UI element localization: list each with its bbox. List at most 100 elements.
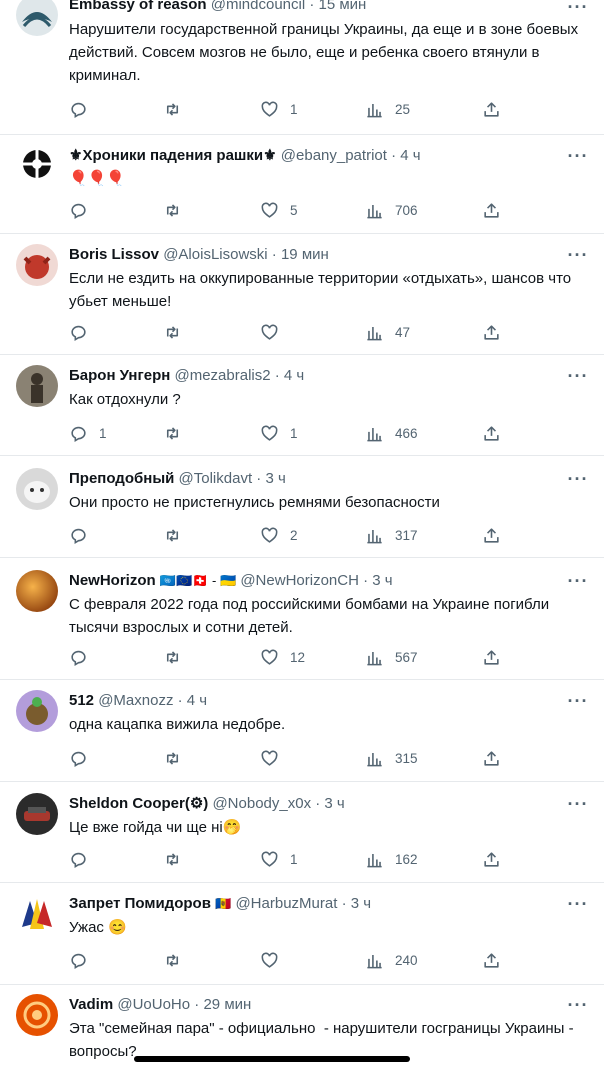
- share-button[interactable]: [482, 198, 501, 222]
- display-name[interactable]: Запрет Помидоров: [69, 895, 211, 912]
- display-name[interactable]: Boris Lissov: [69, 246, 159, 263]
- reply-button[interactable]: [69, 523, 99, 547]
- tweet[interactable]: Boris Lissov @AloisLisowski · 19 мин ···…: [0, 234, 604, 355]
- username[interactable]: @Nobody_x0x: [212, 795, 311, 812]
- more-icon[interactable]: ···: [566, 572, 590, 590]
- avatar[interactable]: [16, 570, 58, 612]
- more-icon[interactable]: ···: [566, 692, 590, 710]
- tweet[interactable]: Барон Унгерн @mezabralis2 · 4 ч ··· Как …: [0, 355, 604, 456]
- reply-button[interactable]: [69, 320, 99, 344]
- more-icon[interactable]: ···: [566, 147, 590, 165]
- share-button[interactable]: [482, 320, 501, 344]
- share-button[interactable]: [482, 421, 501, 445]
- reply-button[interactable]: [69, 645, 99, 669]
- avatar[interactable]: [16, 0, 58, 36]
- avatar[interactable]: [16, 690, 58, 732]
- display-name[interactable]: Vadim: [69, 996, 113, 1013]
- timestamp[interactable]: 3 ч: [324, 795, 344, 812]
- share-button[interactable]: [482, 847, 501, 871]
- reply-button[interactable]: 1: [69, 421, 107, 445]
- retweet-button[interactable]: [163, 421, 193, 445]
- tweet[interactable]: ⚜Хроники падения рашки⚜ @ebany_patriot ·…: [0, 135, 604, 234]
- share-button[interactable]: [482, 97, 501, 121]
- username[interactable]: @HarbuzMurat: [235, 895, 337, 912]
- share-button[interactable]: [482, 523, 501, 547]
- retweet-button[interactable]: [163, 523, 193, 547]
- timestamp[interactable]: 3 ч: [372, 572, 392, 589]
- username[interactable]: @mezabralis2: [174, 367, 270, 384]
- avatar[interactable]: [16, 365, 58, 407]
- timestamp[interactable]: 3 ч: [351, 895, 371, 912]
- display-name[interactable]: NewHorizon: [69, 572, 156, 589]
- views-button[interactable]: 706: [365, 198, 418, 222]
- tweet[interactable]: Запрет Помидоров 🇲🇩 @HarbuzMurat · 3 ч ·…: [0, 883, 604, 985]
- more-icon[interactable]: ···: [566, 996, 590, 1014]
- like-button[interactable]: 1: [260, 97, 298, 121]
- avatar[interactable]: [16, 244, 58, 286]
- avatar[interactable]: [16, 893, 58, 935]
- more-icon[interactable]: ···: [566, 0, 590, 16]
- retweet-button[interactable]: [163, 97, 193, 121]
- reply-button[interactable]: [69, 97, 99, 121]
- like-button[interactable]: [260, 320, 290, 344]
- views-button[interactable]: 162: [365, 847, 418, 871]
- share-button[interactable]: [482, 746, 501, 770]
- retweet-button[interactable]: [163, 645, 193, 669]
- views-button[interactable]: 240: [365, 948, 418, 972]
- reply-button[interactable]: [69, 198, 99, 222]
- tweet[interactable]: Sheldon Cooper(⚙) @Nobody_x0x · 3 ч ··· …: [0, 782, 604, 883]
- views-button[interactable]: 466: [365, 421, 418, 445]
- views-button[interactable]: 567: [365, 645, 418, 669]
- username[interactable]: @NewHorizonCH: [240, 572, 359, 589]
- username[interactable]: @UoUoHo: [117, 996, 190, 1013]
- tweet[interactable]: Embassy of reason @mindcouncil · 15 мин …: [0, 0, 604, 135]
- more-icon[interactable]: ···: [566, 246, 590, 264]
- tweet[interactable]: NewHorizon 🇺🇳🇪🇺🇨🇭 - 🇺🇦 @NewHorizonCH · 3…: [0, 558, 604, 680]
- more-icon[interactable]: ···: [566, 470, 590, 488]
- retweet-button[interactable]: [163, 948, 193, 972]
- views-button[interactable]: 315: [365, 746, 418, 770]
- timestamp[interactable]: 4 ч: [187, 692, 207, 709]
- timestamp[interactable]: 3 ч: [265, 470, 285, 487]
- username[interactable]: @Tolikdavt: [179, 470, 253, 487]
- views-button[interactable]: 25: [365, 97, 410, 121]
- retweet-button[interactable]: [163, 746, 193, 770]
- reply-button[interactable]: [69, 746, 99, 770]
- home-indicator[interactable]: [134, 1056, 410, 1062]
- more-icon[interactable]: ···: [566, 367, 590, 385]
- avatar[interactable]: [16, 143, 58, 185]
- username[interactable]: @AloisLisowski: [163, 246, 267, 263]
- display-name[interactable]: Sheldon Cooper(⚙): [69, 795, 208, 812]
- avatar[interactable]: [16, 994, 58, 1036]
- like-button[interactable]: [260, 746, 290, 770]
- more-icon[interactable]: ···: [566, 795, 590, 813]
- like-button[interactable]: 1: [260, 847, 298, 871]
- tweet[interactable]: 512 @Maxnozz · 4 ч ··· одна кацапка вижи…: [0, 680, 604, 782]
- like-button[interactable]: 5: [260, 198, 298, 222]
- like-button[interactable]: 1: [260, 421, 298, 445]
- reply-button[interactable]: [69, 847, 99, 871]
- views-button[interactable]: 47: [365, 320, 410, 344]
- timestamp[interactable]: 4 ч: [284, 367, 304, 384]
- display-name[interactable]: Барон Унгерн: [69, 367, 170, 384]
- username[interactable]: @mindcouncil: [211, 0, 305, 13]
- views-button[interactable]: 317: [365, 523, 418, 547]
- retweet-button[interactable]: [163, 847, 193, 871]
- timestamp[interactable]: 4 ч: [400, 147, 420, 164]
- like-button[interactable]: 12: [260, 645, 305, 669]
- display-name[interactable]: ⚜Хроники падения рашки⚜: [69, 147, 277, 164]
- display-name[interactable]: Embassy of reason: [69, 0, 207, 13]
- share-button[interactable]: [482, 948, 501, 972]
- more-icon[interactable]: ···: [566, 895, 590, 913]
- avatar[interactable]: [16, 793, 58, 835]
- display-name[interactable]: 512: [69, 692, 94, 709]
- avatar[interactable]: [16, 468, 58, 510]
- retweet-button[interactable]: [163, 198, 193, 222]
- like-button[interactable]: 2: [260, 523, 298, 547]
- username[interactable]: @Maxnozz: [98, 692, 173, 709]
- share-button[interactable]: [482, 645, 501, 669]
- display-name[interactable]: Преподобный: [69, 470, 174, 487]
- like-button[interactable]: [260, 948, 290, 972]
- timestamp[interactable]: 29 мин: [203, 996, 251, 1013]
- tweet[interactable]: Преподобный @Tolikdavt · 3 ч ··· Они про…: [0, 456, 604, 558]
